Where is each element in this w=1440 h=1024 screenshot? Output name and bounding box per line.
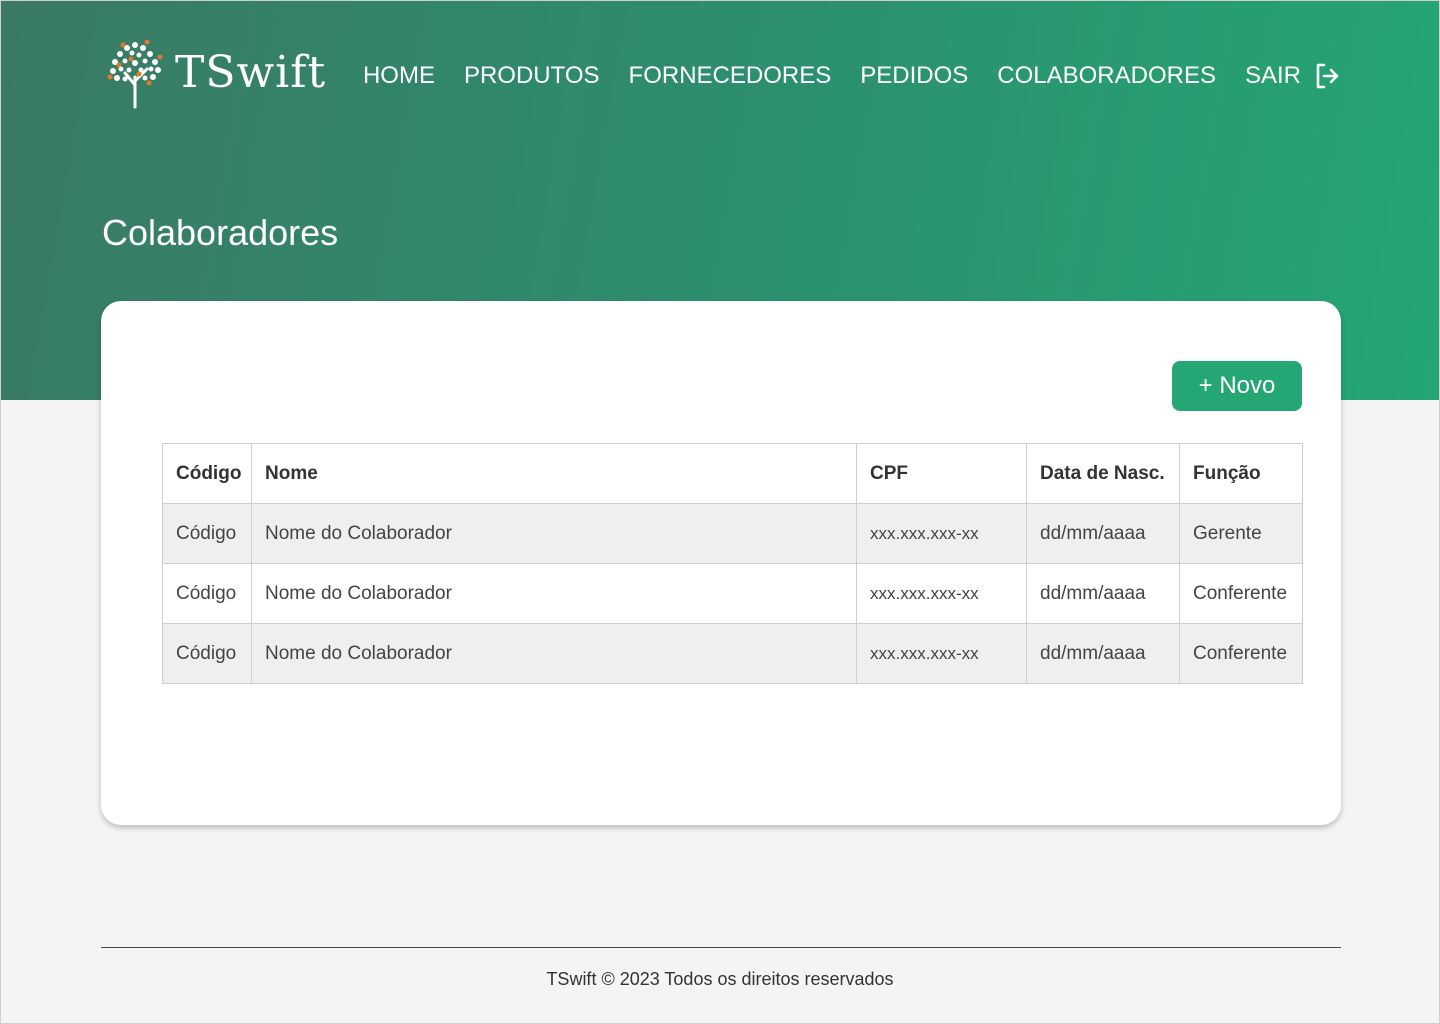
nav-home[interactable]: HOME (363, 59, 435, 93)
footer-copyright: TSwift © 2023 Todos os direitos reservad… (546, 969, 894, 989)
cell-nome: Nome do Colaborador (251, 623, 857, 684)
nav-fornecedores[interactable]: FORNECEDORES (629, 59, 832, 93)
brand-logo[interactable]: TSwift (105, 37, 326, 109)
cell-data-nasc: dd/mm/aaaa (1026, 623, 1180, 684)
collaborators-table: Código Nome CPF Data de Nasc. Função Cód… (162, 443, 1303, 684)
cell-data-nasc: dd/mm/aaaa (1026, 563, 1180, 624)
table-row[interactable]: Código Nome do Colaborador xxx.xxx.xxx-x… (162, 503, 1303, 564)
cell-nome: Nome do Colaborador (251, 503, 857, 564)
cell-codigo: Código (162, 563, 252, 624)
cell-data-nasc: dd/mm/aaaa (1026, 503, 1180, 564)
logout-label: SAIR (1244, 62, 1301, 89)
cell-codigo: Código (162, 623, 252, 684)
column-header-data-nasc[interactable]: Data de Nasc. (1026, 443, 1180, 504)
footer-divider (101, 947, 1341, 948)
cell-nome: Nome do Colaborador (251, 563, 857, 624)
table-row[interactable]: Código Nome do Colaborador xxx.xxx.xxx-x… (162, 563, 1303, 624)
column-header-cpf[interactable]: CPF (856, 443, 1027, 504)
page-title: Colaboradores (102, 212, 339, 253)
table-header-row: Código Nome CPF Data de Nasc. Função (162, 443, 1303, 504)
main-nav: HOME PRODUTOS FORNECEDORES PEDIDOS COLAB… (363, 59, 1339, 93)
nav-pedidos[interactable]: PEDIDOS (860, 59, 968, 93)
new-collaborator-button[interactable]: + Novo (1172, 361, 1302, 411)
column-header-nome[interactable]: Nome (251, 443, 857, 504)
cell-funcao: Conferente (1179, 563, 1303, 624)
logout-icon (1316, 63, 1339, 89)
tree-logo-icon (107, 39, 163, 109)
cell-cpf: xxx.xxx.xxx-xx (856, 563, 1027, 624)
table-row[interactable]: Código Nome do Colaborador xxx.xxx.xxx-x… (162, 623, 1303, 684)
cell-funcao: Gerente (1179, 503, 1303, 564)
nav-logout[interactable]: SAIR (1245, 59, 1339, 93)
brand-name: TSwift (175, 47, 327, 98)
column-header-codigo[interactable]: Código (162, 443, 252, 504)
content-card: + Novo Código Nome CPF Data de Nasc. Fun… (101, 301, 1341, 825)
nav-colaboradores[interactable]: COLABORADORES (997, 59, 1216, 93)
cell-cpf: xxx.xxx.xxx-xx (856, 623, 1027, 684)
cell-funcao: Conferente (1179, 623, 1303, 684)
nav-produtos[interactable]: PRODUTOS (464, 59, 600, 93)
column-header-funcao[interactable]: Função (1179, 443, 1303, 504)
cell-cpf: xxx.xxx.xxx-xx (856, 503, 1027, 564)
cell-codigo: Código (162, 503, 252, 564)
